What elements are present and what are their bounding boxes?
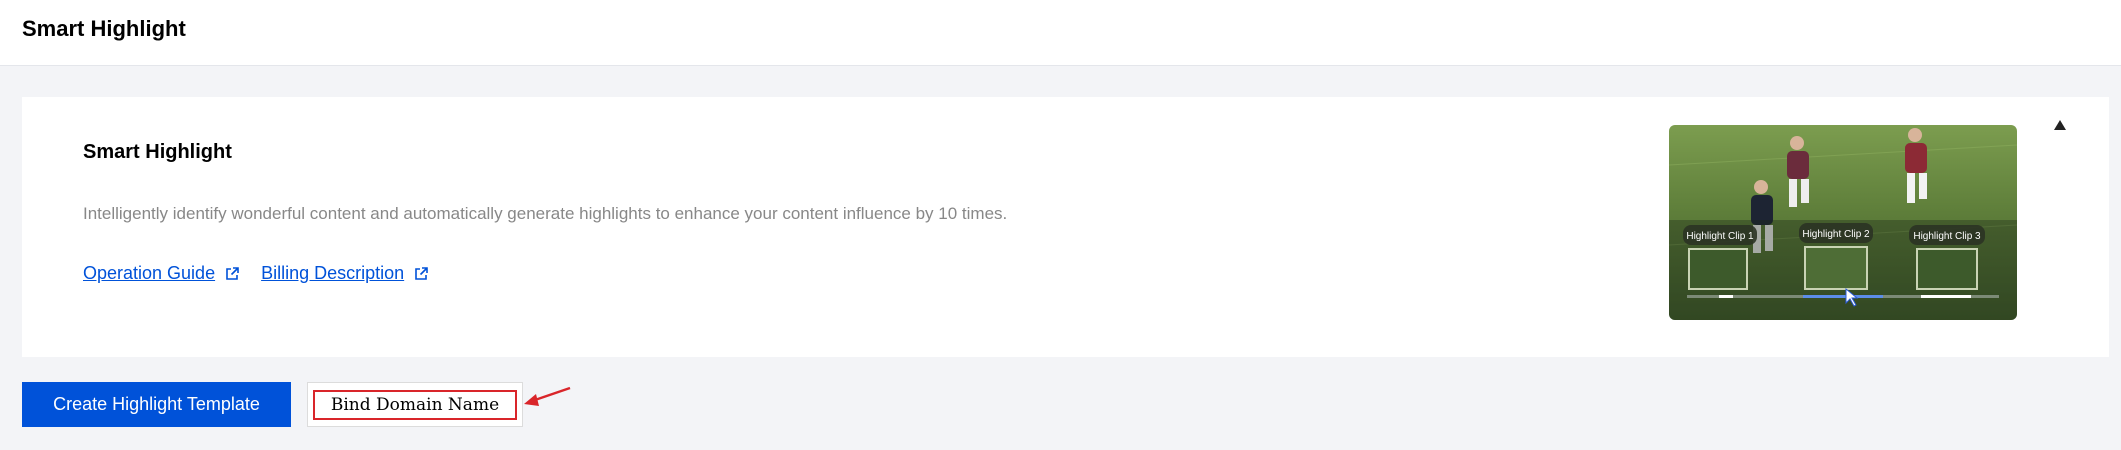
doc-links: Operation Guide Billing Description [83, 263, 428, 284]
billing-description-link[interactable]: Billing Description [261, 263, 428, 284]
operation-guide-label: Operation Guide [83, 263, 216, 283]
svg-text:Highlight Clip 3: Highlight Clip 3 [1913, 231, 1981, 242]
card-description: Intelligently identify wonderful content… [83, 204, 1008, 223]
bind-domain-name-label: Bind Domain Name [312, 389, 518, 420]
external-link-icon [226, 266, 239, 280]
intro-card: Smart Highlight Intelligently identify w… [22, 97, 2109, 357]
bind-domain-name-button[interactable]: Bind Domain Name [307, 382, 523, 427]
feature-preview-image: Highlight Clip 1 Highlight Clip 2 Highli… [1669, 125, 2017, 320]
card-title: Smart Highlight [83, 141, 232, 163]
player-figure [1905, 128, 1927, 203]
operation-guide-link[interactable]: Operation Guide [83, 263, 239, 284]
top-bar: Smart Highlight [0, 0, 2121, 66]
caret-up-icon[interactable] [2053, 119, 2067, 131]
timeline-bar [1687, 295, 1999, 298]
external-link-icon [415, 266, 428, 280]
svg-text:Highlight Clip 2: Highlight Clip 2 [1802, 229, 1870, 240]
svg-text:Highlight Clip 1: Highlight Clip 1 [1686, 231, 1754, 242]
highlight-clip-3: Highlight Clip 3 [1909, 225, 1985, 290]
highlight-clip-1: Highlight Clip 1 [1683, 225, 1757, 290]
player-figure [1787, 136, 1809, 207]
page-title: Smart Highlight [22, 16, 186, 41]
create-highlight-template-button[interactable]: Create Highlight Template [22, 382, 291, 427]
billing-description-label: Billing Description [261, 263, 405, 283]
highlight-clip-2: Highlight Clip 2 [1799, 223, 1873, 290]
annotation-arrow-icon [524, 386, 571, 406]
